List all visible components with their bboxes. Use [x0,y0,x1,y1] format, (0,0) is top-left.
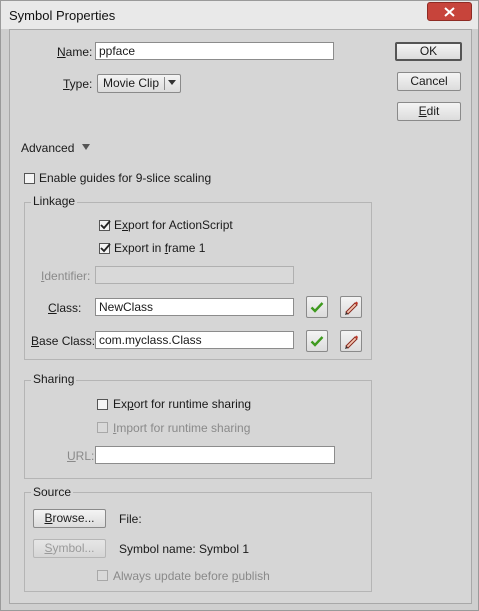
type-select-separator [164,77,165,90]
type-label: Type: [63,77,93,91]
pencil-icon [345,335,358,349]
file-label: File: [119,512,142,526]
close-button[interactable] [427,2,472,21]
type-select[interactable]: Movie Clip [97,74,181,93]
triangle-down-icon [81,144,90,150]
symbol-name-label: Symbol name: Symbol 1 [119,542,250,556]
checkmark-icon [100,220,111,230]
advanced-toggle[interactable]: Advanced [21,141,90,155]
symbol-button: Symbol... [33,539,106,558]
symbol-properties-dialog: Symbol Properties Name: ppface Type: Mov… [0,0,479,611]
url-label: URL: [67,449,95,463]
validate-class-button[interactable] [306,296,328,318]
checkmark-icon [310,302,324,313]
chevron-down-icon [168,80,176,85]
advanced-label: Advanced [21,141,75,155]
checkmark-icon [100,243,111,253]
export-runtime-checkbox[interactable] [97,399,108,410]
edit-button[interactable]: Edit [397,102,461,121]
title-bar[interactable]: Symbol Properties [1,1,478,29]
edit-base-class-button[interactable] [340,330,362,352]
name-label: Name: [57,45,93,59]
export-frame-checkbox[interactable] [99,243,111,254]
always-update-checkbox [97,570,108,581]
export-actionscript-label: Export for ActionScript [114,218,233,232]
dialog-body: Name: ppface Type: Movie Clip OK Cancel … [9,29,472,604]
cancel-button[interactable]: Cancel [397,72,461,91]
source-title: Source [31,485,74,499]
base-class-label: Base Class: [31,334,96,348]
import-runtime-label: Import for runtime sharing [113,421,251,435]
export-frame-label: Export in frame 1 [114,241,206,255]
sharing-title: Sharing [31,372,77,386]
browse-button[interactable]: Browse... [33,509,106,528]
pencil-icon [345,301,358,315]
checkmark-icon [310,336,324,347]
nine-slice-label: Enable guides for 9-slice scaling [39,171,212,185]
identifier-label: Identifier: [41,269,91,283]
class-label: Class: [48,301,82,315]
export-actionscript-checkbox[interactable] [99,220,111,231]
window-title: Symbol Properties [9,8,116,23]
nine-slice-checkbox[interactable] [24,173,35,184]
type-select-value: Movie Clip [103,76,160,90]
url-input[interactable] [95,446,335,464]
name-input[interactable]: ppface [95,42,334,60]
always-update-label: Always update before publish [113,569,270,583]
ok-button[interactable]: OK [395,42,462,61]
identifier-input [95,266,294,284]
edit-class-button[interactable] [340,296,362,318]
close-icon [444,6,455,17]
export-runtime-label: Export for runtime sharing [113,397,252,411]
linkage-title: Linkage [31,194,78,208]
class-input[interactable]: NewClass [95,298,294,316]
base-class-input[interactable]: com.myclass.Class [95,331,294,349]
validate-base-class-button[interactable] [306,330,328,352]
import-runtime-checkbox [97,422,108,433]
